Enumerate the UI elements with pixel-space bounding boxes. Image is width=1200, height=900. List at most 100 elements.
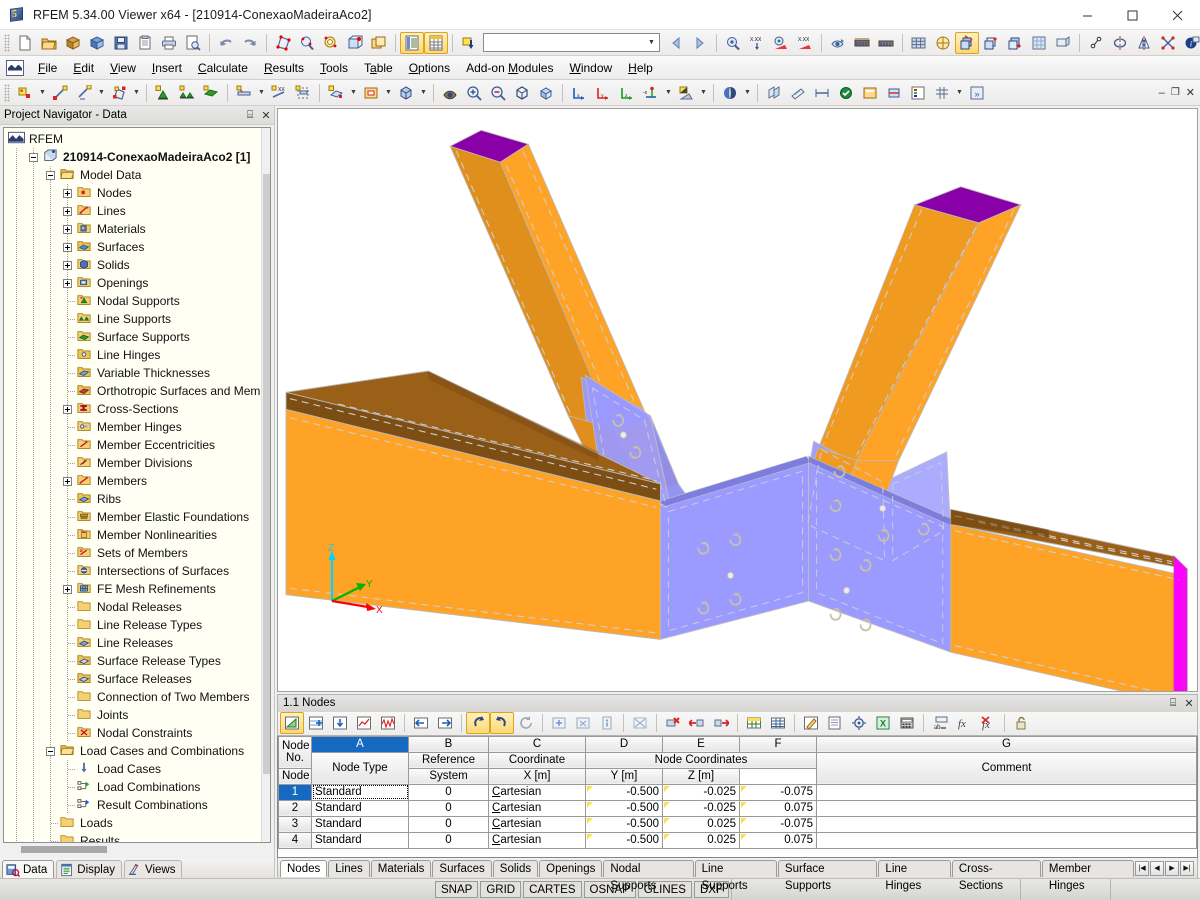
results-on-icon[interactable] (721, 32, 745, 54)
tree-item-result-combinations[interactable]: Result Combinations (4, 796, 261, 814)
menu-table[interactable]: Table (356, 58, 401, 78)
cell-reference-node[interactable]: 0 (408, 815, 489, 833)
last-record-icon[interactable]: ▶| (1180, 860, 1194, 876)
navigator-tab-views[interactable]: Views (124, 860, 183, 878)
tree-item-openings[interactable]: Openings (4, 274, 261, 292)
tree-item-results[interactable]: Results (4, 832, 261, 842)
render-quality-icon[interactable] (718, 82, 742, 104)
cell-node-type[interactable]: Standard (311, 783, 409, 801)
table-tab-line-hinges[interactable]: Line Hinges (878, 859, 951, 892)
tree-item-lines[interactable]: Lines (4, 202, 261, 220)
delete-all-icon[interactable] (628, 712, 652, 734)
tree-item-line-hinges[interactable]: Line Hinges (4, 346, 261, 364)
cell-coordinate-system[interactable]: Cartesian (488, 783, 586, 801)
tree-expander[interactable] (59, 238, 76, 256)
select-by-rectangle-icon[interactable] (271, 32, 295, 54)
new-file-icon[interactable] (13, 32, 37, 54)
cell-y[interactable]: -0.025 (662, 783, 740, 801)
info-row-icon[interactable] (595, 712, 619, 734)
next-icon[interactable] (688, 32, 712, 54)
shading-icon[interactable] (674, 82, 698, 104)
table-tab-nodes[interactable]: Nodes (280, 859, 328, 877)
table-diagram-icon[interactable] (376, 712, 400, 734)
excel-icon[interactable]: X (871, 712, 895, 734)
tree-item-210914-conexaomadeiraaco2-1[interactable]: 210914-ConexaoMadeiraAco2 [1] (4, 148, 261, 166)
table-tab-line-supports[interactable]: Line Supports (694, 859, 777, 892)
tree-item-nodes[interactable]: Nodes (4, 184, 261, 202)
tree-item-solids[interactable]: Solids (4, 256, 261, 274)
tree-expander[interactable] (59, 184, 76, 202)
section-icon[interactable] (882, 82, 906, 104)
visibility-icon[interactable] (858, 82, 882, 104)
tree-item-member-elastic-foundations[interactable]: Member Elastic Foundations (4, 508, 261, 526)
tree-item-model-data[interactable]: Model Data (4, 166, 261, 184)
table-tab-surface-supports[interactable]: Surface Supports (777, 859, 878, 892)
nodal-support-icon[interactable] (151, 82, 175, 104)
legend-icon[interactable] (906, 82, 930, 104)
toolbar-grip[interactable] (4, 83, 10, 102)
grid-lines-icon[interactable] (766, 712, 790, 734)
cell-coordinate-system[interactable]: Cartesian (488, 831, 586, 849)
cell-x[interactable]: -0.500 (585, 783, 663, 801)
mirror-icon[interactable] (1132, 32, 1156, 54)
cell-comment[interactable] (816, 783, 1197, 801)
menu-insert[interactable]: Insert (144, 58, 190, 78)
zoom-circle-icon[interactable] (319, 32, 343, 54)
pin-icon[interactable]: ⌸ (242, 109, 258, 122)
prev-icon[interactable] (664, 32, 688, 54)
tree-item-surface-release-types[interactable]: Surface Release Types (4, 652, 261, 670)
tree-expander[interactable] (59, 202, 76, 220)
first-record-icon[interactable]: |◀ (1135, 860, 1149, 876)
cell-z[interactable]: 0.075 (739, 831, 817, 849)
new-surface-icon[interactable] (324, 82, 348, 104)
save-package-icon[interactable] (85, 32, 109, 54)
menu-results[interactable]: Results (256, 58, 312, 78)
tree-item-nodal-supports[interactable]: Nodal Supports (4, 292, 261, 310)
dimension-icon[interactable] (810, 82, 834, 104)
print-preview-icon[interactable] (181, 32, 205, 54)
new-dim-line-icon[interactable] (72, 82, 96, 104)
view-x-icon[interactable]: x (567, 82, 591, 104)
surface-support-icon[interactable] (199, 82, 223, 104)
calculator-icon[interactable] (895, 712, 919, 734)
table-tab-materials[interactable]: Materials (370, 859, 432, 877)
table-chart-icon[interactable] (352, 712, 376, 734)
view-z-icon[interactable]: z (615, 82, 639, 104)
tree-item-surface-releases[interactable]: Surface Releases (4, 670, 261, 688)
column-header-b[interactable]: B (408, 735, 489, 753)
tree-expander[interactable] (59, 274, 76, 292)
tree-item-variable-thicknesses[interactable]: Variable Thicknesses (4, 364, 261, 382)
menu-addon-modules[interactable]: Add-on Modules (458, 58, 561, 78)
new-window-icon[interactable] (367, 32, 391, 54)
table-edit-icon[interactable] (280, 712, 304, 734)
new-opening-icon[interactable] (359, 82, 383, 104)
cell-comment[interactable] (816, 799, 1197, 817)
table-tab-openings[interactable]: Openings (539, 859, 603, 877)
table-insert-row-icon[interactable] (304, 712, 328, 734)
tree-item-member-eccentricities[interactable]: Member Eccentricities (4, 436, 261, 454)
render-icon[interactable] (955, 31, 979, 54)
surface-dropdown-icon[interactable]: ▼ (348, 82, 359, 104)
table-row[interactable]: 2 Standard 0 Cartesian -0.500 -0.025 0.075 (278, 799, 1197, 817)
results-surfaces-icon[interactable] (769, 32, 793, 54)
tree-item-nodal-constraints[interactable]: Nodal Constraints (4, 724, 261, 742)
member-dropdown-icon[interactable]: ▼ (256, 82, 267, 104)
undo-table-icon[interactable] (466, 712, 490, 734)
zoom-out-icon[interactable] (486, 82, 510, 104)
navigator-vertical-scrollbar[interactable] (261, 128, 270, 842)
new-node-dropdown-icon[interactable]: ▼ (37, 82, 48, 104)
prev-record-icon[interactable]: ◀ (1150, 860, 1164, 876)
panel-close-icon[interactable]: ✕ (1186, 86, 1195, 99)
line-support-icon[interactable] (175, 82, 199, 104)
column-header-f[interactable]: F (739, 735, 817, 753)
cross-icon[interactable] (1156, 32, 1180, 54)
column-header-g[interactable]: G (816, 735, 1197, 753)
cell-y[interactable]: 0.025 (662, 815, 740, 833)
navigator-tree[interactable]: RFEM 210914-ConexaoMadeiraAco2 [1] Model D… (3, 127, 271, 843)
close-icon[interactable]: ✕ (258, 109, 274, 122)
rotate-icon[interactable] (1108, 32, 1132, 54)
mesh-icon[interactable] (907, 32, 931, 54)
nodes-grid[interactable]: Node No. A B C D E F G Node Type Referen… (277, 735, 1198, 858)
cell-z[interactable]: -0.075 (739, 815, 817, 833)
member-set-icon[interactable] (291, 82, 315, 104)
